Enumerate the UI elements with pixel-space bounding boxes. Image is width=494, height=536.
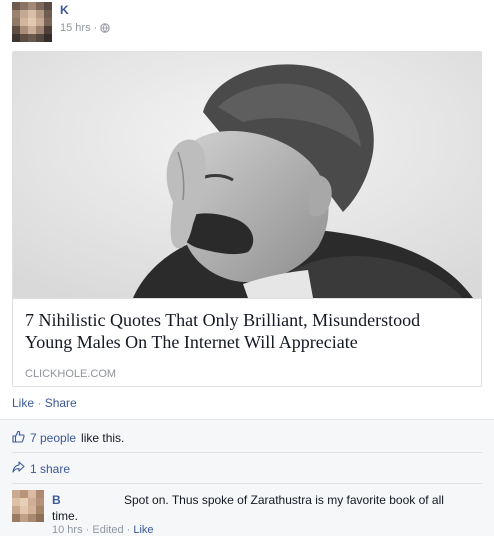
feedback-section: 7 people like this. 1 share B Spot on. T… <box>0 419 494 536</box>
share-action[interactable]: Share <box>45 396 77 410</box>
likes-summary: 7 people like this. <box>12 430 124 446</box>
post-meta: 15 hrs · <box>60 22 110 34</box>
author-avatar[interactable] <box>12 2 52 42</box>
likes-count-link[interactable]: 7 people <box>30 431 76 445</box>
post-author-name[interactable]: K <box>60 3 69 17</box>
link-preview-text[interactable]: 7 Nihilistic Quotes That Only Brilliant,… <box>13 298 481 386</box>
post-actions: Like · Share <box>12 396 77 410</box>
share-arrow-icon <box>12 461 25 476</box>
likes-suffix: like this. <box>81 431 125 445</box>
comment-like-button[interactable]: Like <box>133 524 153 536</box>
globe-icon[interactable] <box>100 23 110 33</box>
post-header: K 15 hrs · <box>12 0 482 44</box>
comment-author-name[interactable]: B <box>52 493 61 507</box>
shares-summary[interactable]: 1 share <box>12 461 70 476</box>
shares-count[interactable]: 1 share <box>30 462 70 476</box>
commenter-avatar[interactable] <box>12 490 44 522</box>
link-title[interactable]: 7 Nihilistic Quotes That Only Brilliant,… <box>25 309 471 353</box>
comment-edited[interactable]: Edited <box>92 524 123 536</box>
comment-text-continued: time. <box>52 509 79 523</box>
thumbs-up-icon <box>12 430 25 446</box>
like-action[interactable]: Like <box>12 396 34 410</box>
meta-separator: · <box>93 22 98 34</box>
action-separator: · <box>37 396 42 410</box>
comment: B Spot on. Thus spoke of Zarathustra is … <box>52 492 472 523</box>
comment-meta: 10 hrs · Edited · Like <box>52 524 154 536</box>
ufi-divider <box>12 452 482 453</box>
comment-separator: · <box>85 524 90 536</box>
link-domain: CLICKHOLE.COM <box>25 368 117 380</box>
link-preview-card[interactable]: 7 Nihilistic Quotes That Only Brilliant,… <box>12 51 482 387</box>
comment-text: Spot on. Thus spoke of Zarathustra is my… <box>124 493 444 507</box>
comment-timestamp[interactable]: 10 hrs <box>52 524 83 536</box>
comment-separator: · <box>126 524 131 536</box>
post-timestamp[interactable]: 15 hrs <box>60 22 91 34</box>
link-preview-image[interactable] <box>13 52 481 298</box>
ufi-divider <box>12 483 482 484</box>
